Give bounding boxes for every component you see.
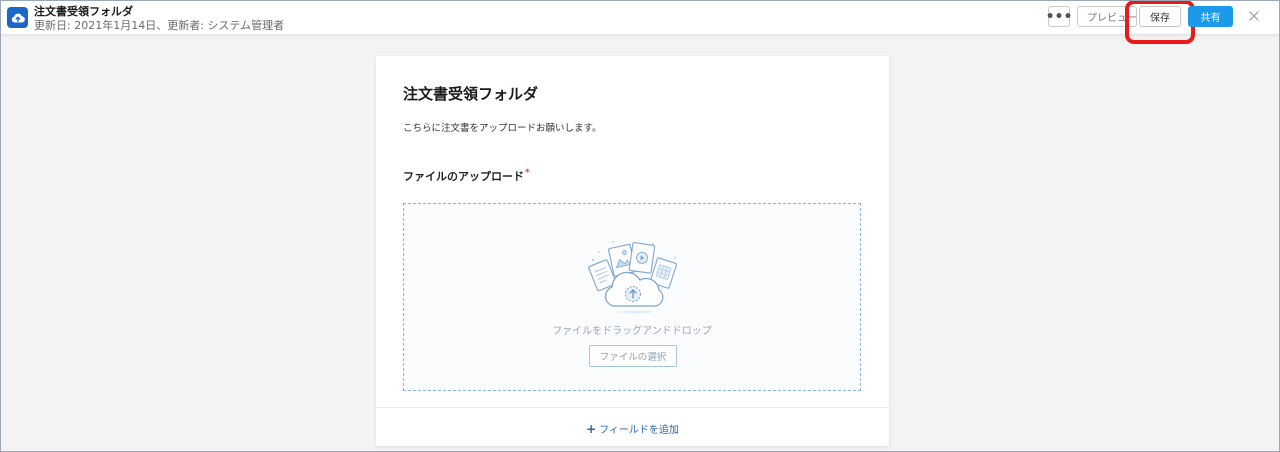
divider — [376, 407, 889, 408]
form-card: 注文書受領フォルダ こちらに注文書をアップロードお願いします。 ファイルのアップ… — [376, 56, 889, 446]
form-description: こちらに注文書をアップロードお願いします。 — [403, 123, 602, 134]
field-label-text: ファイルのアップロード — [403, 170, 524, 183]
upload-field-label: ファイルのアップロード* — [403, 168, 530, 184]
file-dropzone[interactable]: ファイルをドラッグアンドドロップ ファイルの選択 — [403, 203, 861, 391]
top-header: 注文書受領フォルダ 更新日: 2021年1月14日、更新者: システム管理者 •… — [0, 0, 1280, 44]
close-icon[interactable] — [1246, 6, 1262, 26]
cloud-upload-icon — [7, 7, 28, 28]
more-options-button[interactable]: ••• — [1046, 6, 1072, 27]
updated-info: 更新日: 2021年1月14日、更新者: システム管理者 — [34, 19, 285, 32]
share-button[interactable]: 共有 — [1188, 6, 1233, 27]
select-file-button[interactable]: ファイルの選択 — [589, 345, 677, 367]
add-field-label: フィールドを追加 — [599, 425, 679, 436]
cloud-files-upload-icon — [585, 238, 681, 314]
required-mark: * — [525, 168, 530, 178]
dropzone-text: ファイルをドラッグアンドドロップ — [552, 326, 712, 337]
add-field-link[interactable]: + フィールドを追加 — [376, 421, 889, 436]
save-button-highlight — [1125, 0, 1195, 44]
form-title: 注文書受領フォルダ — [403, 85, 539, 103]
plus-icon: + — [586, 422, 597, 436]
